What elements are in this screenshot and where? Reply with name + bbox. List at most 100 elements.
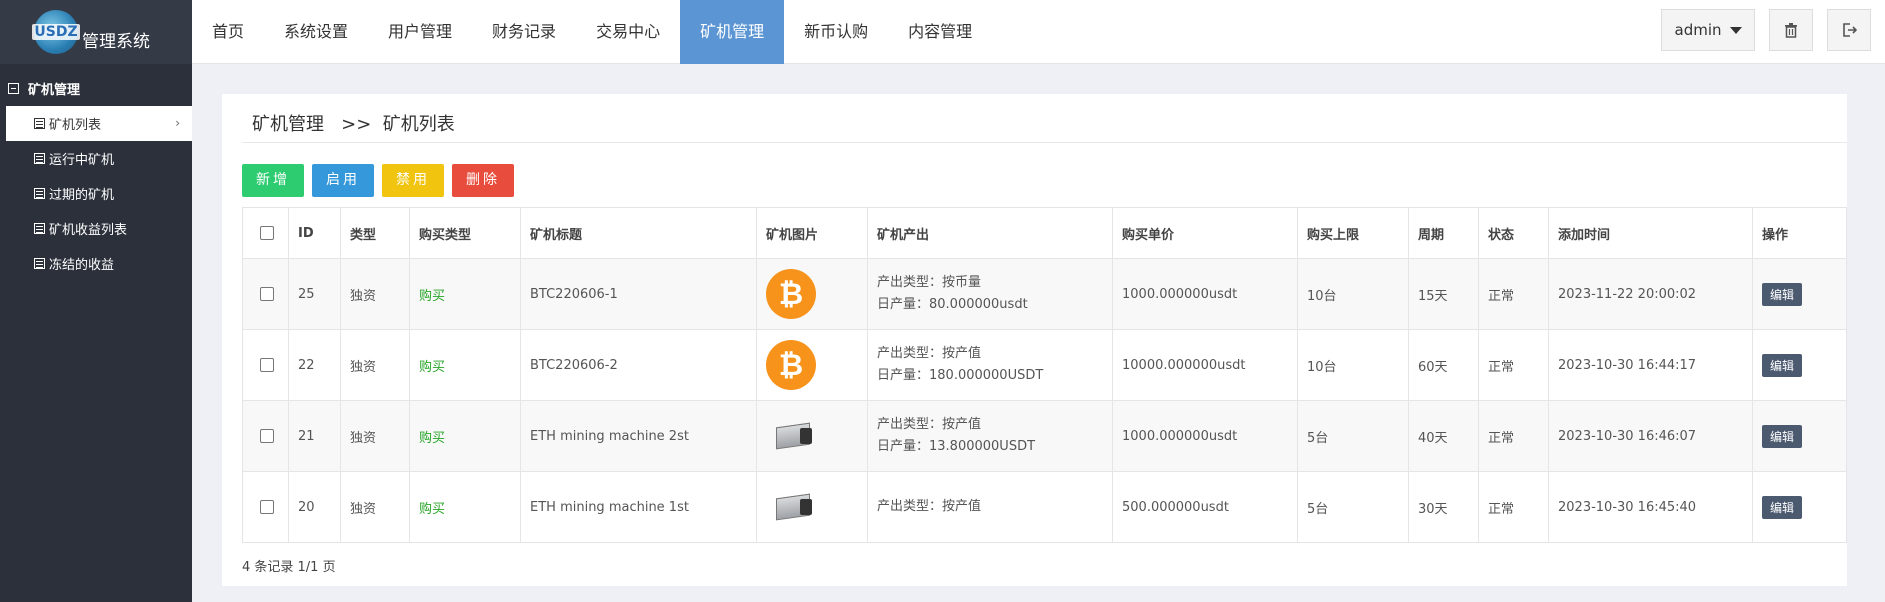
row-checkbox[interactable] xyxy=(260,429,274,443)
cell-time: 2023-10-30 16:44:17 xyxy=(1548,329,1753,401)
cell-cycle: 60天 xyxy=(1408,329,1479,401)
cell-daily-output: 日产量：80.000000usdt xyxy=(877,297,1028,312)
cell-type: 独资 xyxy=(340,400,410,472)
sidebar-item-expired[interactable]: 过期的矿机 xyxy=(0,176,192,211)
cell-limit: 5台 xyxy=(1297,400,1409,472)
tab-system-settings[interactable]: 系统设置 xyxy=(264,0,368,64)
add-button[interactable]: 新增 xyxy=(242,164,304,197)
tab-finance-records[interactable]: 财务记录 xyxy=(472,0,576,64)
sidebar-group-miner[interactable]: 矿机管理 xyxy=(0,70,192,106)
bitcoin-icon: ₿ xyxy=(766,269,816,319)
tab-content-management[interactable]: 内容管理 xyxy=(888,0,992,64)
cell-price: 10000.000000usdt xyxy=(1112,329,1298,401)
cell-id: 21 xyxy=(288,400,341,472)
sidebar-item-frozen[interactable]: 冻结的收益 xyxy=(0,246,192,281)
cell-daily-output: 日产量：13.800000USDT xyxy=(877,439,1036,454)
cell-title: BTC220606-2 xyxy=(520,329,757,401)
cell-price: 1000.000000usdt xyxy=(1112,258,1298,330)
cell-limit: 10台 xyxy=(1297,258,1409,330)
cell-cycle: 30天 xyxy=(1408,471,1479,543)
cell-limit: 5台 xyxy=(1297,471,1409,543)
sidebar-group-label: 矿机管理 xyxy=(28,82,81,98)
row-checkbox[interactable] xyxy=(260,358,274,372)
cell-buy-type: 购买 xyxy=(409,471,521,543)
col-cycle: 周期 xyxy=(1408,207,1479,259)
bitcoin-icon: ₿ xyxy=(766,340,816,390)
cell-status: 正常 xyxy=(1478,400,1549,472)
tab-miner-management[interactable]: 矿机管理 xyxy=(680,0,785,64)
sidebar: USDZ 管理系统 矿机管理 矿机列表 › 运行中矿机 过期的矿机 矿机收益列表… xyxy=(0,0,192,602)
sidebar-item-earnings[interactable]: 矿机收益列表 xyxy=(0,211,192,246)
logo-text: USDZ xyxy=(32,24,80,40)
list-icon xyxy=(34,153,45,164)
breadcrumb-parent[interactable]: 矿机管理 xyxy=(252,114,324,135)
username: admin xyxy=(1674,21,1722,39)
row-checkbox[interactable] xyxy=(260,500,274,514)
delete-button[interactable]: 删除 xyxy=(452,164,514,197)
cell-title: ETH mining machine 2st xyxy=(520,400,757,472)
logo-icon: USDZ xyxy=(32,10,80,54)
cell-id: 22 xyxy=(288,329,341,401)
cell-output-type: 产出类型：按产值 xyxy=(877,499,982,514)
sidebar-item-label: 运行中矿机 xyxy=(49,153,115,168)
top-bar: 首页 系统设置 用户管理 财务记录 交易中心 矿机管理 新币认购 内容管理 ad… xyxy=(192,0,1885,64)
list-icon xyxy=(34,223,45,234)
col-status: 状态 xyxy=(1478,207,1549,259)
breadcrumb-current: 矿机列表 xyxy=(382,114,455,135)
list-icon xyxy=(34,188,45,199)
cell-type: 独资 xyxy=(340,471,410,543)
logo[interactable]: USDZ 管理系统 xyxy=(0,0,192,64)
cell-output-type: 产出类型：按产值 xyxy=(877,346,982,361)
app-title: 管理系统 xyxy=(82,31,150,52)
cell-price: 1000.000000usdt xyxy=(1112,400,1298,472)
tab-user-management[interactable]: 用户管理 xyxy=(368,0,472,64)
edit-button[interactable]: 编辑 xyxy=(1762,282,1803,306)
miner-device-icon xyxy=(772,493,814,521)
col-type: 类型 xyxy=(340,207,410,259)
sidebar-item-label: 过期的矿机 xyxy=(49,188,115,203)
cell-buy-type: 购买 xyxy=(409,258,521,330)
table-row: 20 独资 购买 ETH mining machine 1st 产出类型：按产值… xyxy=(242,471,1847,543)
col-action: 操作 xyxy=(1752,207,1847,259)
tab-trade-center[interactable]: 交易中心 xyxy=(576,0,680,64)
content-panel: 矿机管理 >> 矿机列表 新增 启用 禁用 删除 ID 类型 购买类型 矿机标题… xyxy=(222,94,1847,586)
sidebar-item-label: 矿机收益列表 xyxy=(49,223,128,238)
enable-button[interactable]: 启用 xyxy=(312,164,374,197)
edit-button[interactable]: 编辑 xyxy=(1762,495,1803,519)
top-right-tools: admin xyxy=(1661,9,1885,51)
sidebar-item-running[interactable]: 运行中矿机 xyxy=(0,141,192,176)
table-row: 21 独资 购买 ETH mining machine 2st 产出类型：按产值… xyxy=(242,400,1847,472)
edit-button[interactable]: 编辑 xyxy=(1762,353,1803,377)
sidebar-item-label: 冻结的收益 xyxy=(49,258,115,273)
cell-status: 正常 xyxy=(1478,258,1549,330)
cell-time: 2023-10-30 16:45:40 xyxy=(1548,471,1753,543)
tab-new-coin[interactable]: 新币认购 xyxy=(784,0,888,64)
edit-button[interactable]: 编辑 xyxy=(1762,424,1803,448)
clear-cache-button[interactable] xyxy=(1769,9,1813,51)
disable-button[interactable]: 禁用 xyxy=(382,164,444,197)
cell-type: 独资 xyxy=(340,329,410,401)
list-icon xyxy=(34,118,45,129)
sidebar-item-label: 矿机列表 xyxy=(49,118,102,133)
cell-output-type: 产出类型：按币量 xyxy=(877,275,982,290)
cell-type: 独资 xyxy=(340,258,410,330)
row-checkbox[interactable] xyxy=(260,287,274,301)
tab-home[interactable]: 首页 xyxy=(192,0,264,64)
col-time: 添加时间 xyxy=(1548,207,1753,259)
select-all-checkbox[interactable] xyxy=(260,226,274,240)
user-menu-button[interactable]: admin xyxy=(1661,9,1755,51)
collapse-icon xyxy=(8,82,19,94)
logout-button[interactable] xyxy=(1827,9,1871,51)
col-limit: 购买上限 xyxy=(1297,207,1409,259)
table-row: 25 独资 购买 BTC220606-1 ₿ 产出类型：按币量 日产量：80.00… xyxy=(242,258,1847,330)
cell-title: ETH mining machine 1st xyxy=(520,471,757,543)
miner-device-icon xyxy=(772,422,814,450)
cell-cycle: 40天 xyxy=(1408,400,1479,472)
cell-status: 正常 xyxy=(1478,471,1549,543)
col-title: 矿机标题 xyxy=(520,207,757,259)
sidebar-item-miner-list[interactable]: 矿机列表 › xyxy=(6,106,192,141)
sign-out-icon xyxy=(1843,23,1857,37)
action-buttons: 新增 启用 禁用 删除 xyxy=(242,164,522,197)
cell-id: 25 xyxy=(288,258,341,330)
top-menu: 首页 系统设置 用户管理 财务记录 交易中心 矿机管理 新币认购 内容管理 xyxy=(192,0,1885,64)
